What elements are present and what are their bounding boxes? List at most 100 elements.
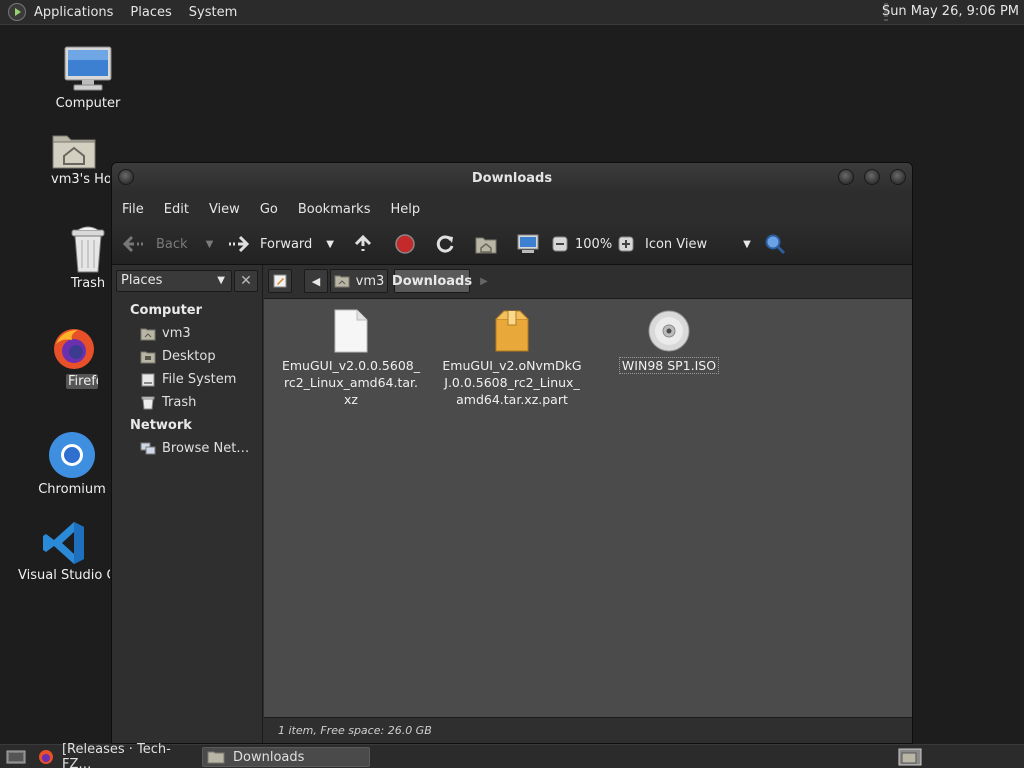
sidebar-item-label: Trash bbox=[162, 395, 197, 410]
main-area: Places ▼ ✕ Computer vm3 Desktop File Sys… bbox=[112, 265, 912, 743]
trash-icon bbox=[71, 226, 105, 273]
computer-icon bbox=[517, 234, 539, 253]
computer-button[interactable] bbox=[516, 223, 540, 265]
applications-menu[interactable]: Applications bbox=[34, 5, 113, 20]
desktop-icon-computer[interactable]: Computer bbox=[38, 44, 138, 111]
reload-button[interactable] bbox=[434, 223, 456, 265]
window-titlebar[interactable]: Downloads bbox=[112, 163, 912, 195]
minimize-button[interactable] bbox=[838, 169, 854, 185]
location-toggle-button[interactable] bbox=[268, 269, 292, 293]
firefox-icon bbox=[38, 750, 53, 764]
menu-edit[interactable]: Edit bbox=[164, 202, 189, 217]
show-desktop-button[interactable] bbox=[2, 747, 28, 767]
home-button[interactable] bbox=[474, 223, 498, 265]
forward-arrow-icon bbox=[229, 235, 250, 253]
places-menu[interactable]: Places bbox=[130, 5, 171, 20]
sidebar-item-label: Browse Net… bbox=[162, 441, 250, 456]
workspace-switcher[interactable] bbox=[894, 747, 922, 767]
path-scroll-right-button[interactable]: ▶ bbox=[474, 269, 494, 293]
zoom-out-button[interactable] bbox=[552, 223, 568, 265]
file-name: EmuGUI_v2.0.0.5608_rc2_Linux_amd64.tar.x… bbox=[281, 358, 420, 407]
file-name: WIN98 SP1.ISO bbox=[618, 357, 720, 374]
sidebar-selector[interactable]: Places ▼ bbox=[116, 270, 232, 292]
sidebar-item-label: Desktop bbox=[162, 349, 216, 364]
zoom-in-button[interactable] bbox=[618, 223, 634, 265]
chromium-icon bbox=[49, 432, 95, 478]
chevron-down-icon: ▼ bbox=[217, 275, 225, 286]
menu-bookmarks[interactable]: Bookmarks bbox=[298, 202, 371, 217]
edit-location-icon bbox=[273, 274, 287, 288]
home-folder-icon bbox=[475, 237, 497, 254]
show-desktop-icon bbox=[6, 750, 26, 764]
file-item[interactable]: EmuGUI_v2.oNvmDkGJ.0.0.5608_rc2_Linux_am… bbox=[442, 309, 582, 408]
bottom-panel: [Releases · Tech-FZ… Downloads bbox=[0, 742, 1024, 768]
up-arrow-icon bbox=[354, 234, 372, 251]
sidebar-selector-label: Places bbox=[121, 273, 163, 288]
forward-label: Forward bbox=[260, 236, 313, 252]
forward-button[interactable]: Forward ▼ bbox=[226, 223, 334, 265]
view-mode-label: Icon View bbox=[645, 236, 708, 252]
firefox-icon bbox=[54, 329, 94, 369]
desktop-icon-label: vm3's Home bbox=[51, 172, 110, 187]
desktop-icon-chromium[interactable]: Chromium bbox=[22, 430, 122, 497]
taskbar-item-label: [Releases · Tech-FZ… bbox=[61, 742, 171, 768]
menu-view[interactable]: View bbox=[209, 202, 240, 217]
back-dropdown-icon[interactable]: ▼ bbox=[206, 239, 214, 250]
sidebar-close-button[interactable]: ✕ bbox=[234, 270, 258, 292]
content-area: ◀ vm3 Downloads ▶ EmuGUI_v2.0.0.5608_rc2… bbox=[264, 265, 912, 743]
sidebar-item-desktop[interactable]: Desktop bbox=[140, 349, 216, 364]
vscode-icon bbox=[43, 522, 84, 564]
sidebar-item-file-system[interactable]: File System bbox=[140, 372, 236, 387]
sidebar-heading-computer: Computer bbox=[130, 303, 203, 318]
desktop-icon-home[interactable]: vm3's Home bbox=[38, 128, 110, 187]
path-scroll-left-button[interactable]: ◀ bbox=[304, 269, 328, 293]
menu-help[interactable]: Help bbox=[390, 202, 420, 217]
desktop-icon-label: Computer bbox=[55, 96, 121, 111]
back-button[interactable]: Back ▼ bbox=[122, 223, 213, 265]
path-segment-label: vm3 bbox=[355, 273, 385, 289]
desktop-icon-vscode[interactable]: Visual Studio Code bbox=[18, 520, 110, 583]
top-panel: Applications Places System Sun May 26, 9… bbox=[0, 0, 1024, 25]
menubar: File Edit View Go Bookmarks Help bbox=[112, 195, 912, 223]
sidebar: Places ▼ ✕ Computer vm3 Desktop File Sys… bbox=[112, 265, 263, 743]
folder-icon bbox=[207, 751, 225, 764]
stop-button[interactable] bbox=[394, 223, 416, 265]
path-segment-vm3[interactable]: vm3 bbox=[330, 269, 388, 293]
sidebar-item-trash[interactable]: Trash bbox=[140, 395, 196, 410]
sidebar-item-browse-network[interactable]: Browse Net… bbox=[140, 441, 249, 456]
taskbar-item-downloads[interactable]: Downloads bbox=[202, 747, 370, 767]
home-folder-icon bbox=[52, 135, 96, 169]
desktop-icon-firefox[interactable]: Firefox bbox=[38, 326, 110, 389]
file-name: EmuGUI_v2.oNvmDkGJ.0.0.5608_rc2_Linux_am… bbox=[442, 358, 582, 407]
sidebar-item-vm3[interactable]: vm3 bbox=[140, 326, 191, 341]
search-button[interactable] bbox=[764, 223, 786, 265]
view-mode-select[interactable]: Icon View ▼ bbox=[645, 223, 751, 265]
zoom-level[interactable]: 100% bbox=[575, 223, 612, 265]
forward-dropdown-icon[interactable]: ▼ bbox=[326, 239, 334, 250]
maximize-button[interactable] bbox=[864, 169, 880, 185]
path-segment-downloads[interactable]: Downloads bbox=[392, 269, 472, 293]
clock[interactable]: Sun May 26, 9:06 PM bbox=[882, 4, 1019, 19]
menu-file[interactable]: File bbox=[122, 202, 144, 217]
up-button[interactable] bbox=[352, 223, 374, 265]
top-panel-menus: Applications Places System bbox=[0, 0, 254, 24]
file-item[interactable]: WIN98 SP1.ISO bbox=[599, 309, 739, 374]
back-label: Back bbox=[156, 236, 188, 252]
stop-icon bbox=[395, 234, 415, 254]
sidebar-heading-network: Network bbox=[130, 418, 192, 433]
search-icon bbox=[765, 234, 786, 255]
network-icon bbox=[140, 442, 156, 454]
taskbar-item-firefox[interactable]: [Releases · Tech-FZ… bbox=[34, 742, 200, 768]
file-item[interactable]: EmuGUI_v2.0.0.5608_rc2_Linux_amd64.tar.x… bbox=[281, 309, 421, 408]
close-button[interactable] bbox=[890, 169, 906, 185]
window-menu-button[interactable] bbox=[118, 169, 134, 185]
drive-icon bbox=[141, 373, 155, 386]
distro-logo-icon[interactable] bbox=[8, 3, 26, 21]
menu-go[interactable]: Go bbox=[260, 202, 278, 217]
sidebar-item-label: vm3 bbox=[162, 326, 191, 341]
taskbar-item-label: Downloads bbox=[233, 749, 305, 765]
back-arrow-icon bbox=[122, 235, 143, 253]
system-menu[interactable]: System bbox=[189, 5, 237, 20]
trash-icon bbox=[141, 396, 155, 409]
desktop-icon-label: Firefox bbox=[66, 374, 98, 389]
